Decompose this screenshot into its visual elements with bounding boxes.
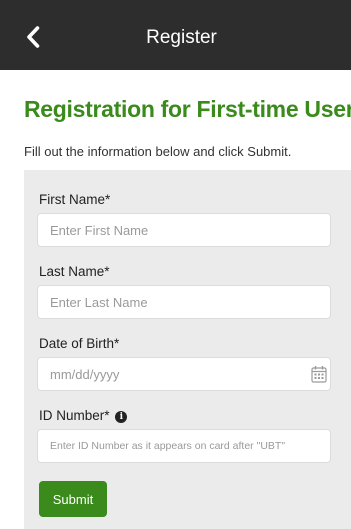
info-icon[interactable]: i <box>115 411 128 423</box>
intro-text: Fill out the information below and click… <box>24 144 292 159</box>
last-name-input[interactable] <box>37 285 331 319</box>
first-name-input[interactable] <box>37 213 331 247</box>
dob-input[interactable] <box>37 357 331 391</box>
id-number-label-row: ID Number* i <box>39 408 128 423</box>
first-name-label: First Name* <box>39 192 111 207</box>
submit-button[interactable]: Submit <box>39 481 107 517</box>
calendar-icon[interactable] <box>311 365 327 383</box>
top-bar: Register <box>0 0 351 70</box>
dob-label: Date of Birth* <box>39 336 120 351</box>
registration-form: First Name* Last Name* Date of Birth* ID… <box>24 170 351 529</box>
id-number-input[interactable] <box>37 429 331 463</box>
last-name-label: Last Name* <box>39 264 110 279</box>
registration-heading: Registration for First-time Users <box>24 96 351 122</box>
page-title: Register <box>146 26 217 48</box>
id-number-label: ID Number* <box>39 408 110 423</box>
